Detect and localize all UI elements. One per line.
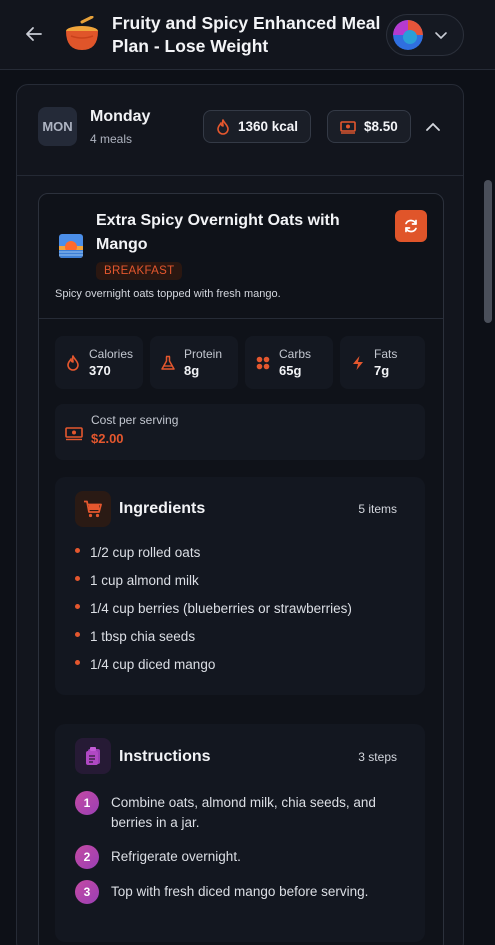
step-text: Combine oats, almond milk, chia seeds, a…	[111, 795, 376, 830]
app-header: Fruity and Spicy Enhanced Meal Plan - Lo…	[0, 0, 495, 70]
grid-icon	[256, 356, 270, 370]
day-card: MON Monday 4 meals 1360 kcal $8.50 Extra…	[16, 84, 464, 945]
arrow-left-icon	[26, 27, 42, 41]
flame-icon	[67, 355, 79, 371]
bolt-icon	[353, 356, 363, 370]
stat-label: Carbs	[279, 347, 312, 361]
stat-fats: Fats 7g	[340, 336, 425, 389]
meal-card: Extra Spicy Overnight Oats with Mango BR…	[38, 193, 444, 945]
stat-value: 370	[89, 363, 111, 378]
bullet	[75, 548, 80, 553]
ingredient-item: 1/4 cup berries (blueberries or strawber…	[90, 601, 352, 616]
chevron-up-icon	[426, 122, 440, 131]
meal-description: Spicy overnight oats topped with fresh m…	[55, 288, 281, 300]
instructions-count: 3 steps	[358, 750, 397, 764]
step-text: Refrigerate overnight.	[111, 849, 241, 864]
ingredients-section: Ingredients 5 items 1/2 cup rolled oats …	[55, 477, 425, 695]
cost-per-serving: Cost per serving $2.00	[55, 404, 425, 460]
step-number: 1	[75, 791, 99, 815]
avatar	[393, 20, 423, 50]
chevron-down-icon	[435, 32, 447, 40]
ingredients-title: Ingredients	[119, 500, 206, 517]
collapse-button[interactable]	[421, 115, 445, 139]
stat-value: 65g	[279, 363, 302, 378]
stat-value: 7g	[374, 363, 390, 378]
stat-carbs: Carbs 65g	[245, 336, 333, 389]
stat-label: Calories	[89, 347, 134, 361]
money-icon	[340, 120, 356, 134]
page-title: Fruity and Spicy Enhanced Meal Plan - Lo…	[112, 13, 381, 56]
day-header[interactable]: MON Monday 4 meals 1360 kcal $8.50	[17, 85, 463, 176]
day-meal-count: 4 meals	[90, 132, 133, 146]
cost-value: $2.00	[91, 431, 124, 446]
ingredient-item: 1/2 cup rolled oats	[90, 545, 201, 560]
cost-pill[interactable]: $8.50	[327, 110, 411, 143]
calories-pill-label: 1360 kcal	[238, 119, 299, 134]
scrollbar-thumb[interactable]	[484, 180, 492, 323]
bullet	[75, 660, 80, 665]
cart-icon	[75, 491, 111, 527]
bullet	[75, 604, 80, 609]
flask-icon	[161, 355, 175, 370]
profile-menu-button[interactable]	[386, 14, 464, 56]
stat-value: 8g	[184, 363, 200, 378]
step-text: Top with fresh diced mango before servin…	[111, 884, 369, 899]
stat-label: Fats	[374, 347, 398, 361]
stat-calories: Calories 370	[55, 336, 143, 389]
clipboard-icon	[75, 738, 111, 774]
flame-icon	[217, 118, 229, 135]
cost-pill-label: $8.50	[364, 119, 398, 134]
day-badge: MON	[38, 107, 77, 146]
ingredient-item: 1/4 cup diced mango	[90, 657, 216, 672]
stat-protein: Protein 8g	[150, 336, 238, 389]
bowl-icon	[66, 16, 98, 50]
swap-meal-button[interactable]	[395, 210, 427, 242]
day-name: Monday	[90, 108, 151, 125]
meal-type-badge: BREAKFAST	[96, 262, 183, 280]
meal-header: Extra Spicy Overnight Oats with Mango BR…	[39, 194, 443, 319]
money-icon	[65, 427, 83, 441]
avatar-icon	[393, 20, 423, 50]
step-number: 3	[75, 880, 99, 904]
sunrise-icon	[59, 234, 83, 258]
refresh-icon	[405, 219, 417, 233]
bullet	[75, 632, 80, 637]
bullet	[75, 576, 80, 581]
stat-label: Protein	[184, 347, 223, 361]
ingredient-item: 1 cup almond milk	[90, 573, 199, 588]
step-number: 2	[75, 845, 99, 869]
cost-label: Cost per serving	[91, 413, 179, 427]
instructions-section: Instructions 3 steps 1 Combine oats, alm…	[55, 724, 425, 942]
instructions-title: Instructions	[119, 748, 211, 765]
calories-pill[interactable]: 1360 kcal	[203, 110, 312, 143]
ingredient-item: 1 tbsp chia seeds	[90, 629, 196, 644]
meal-title: Extra Spicy Overnight Oats with Mango	[96, 212, 340, 253]
ingredients-count: 5 items	[358, 502, 397, 516]
back-button[interactable]	[20, 20, 48, 48]
